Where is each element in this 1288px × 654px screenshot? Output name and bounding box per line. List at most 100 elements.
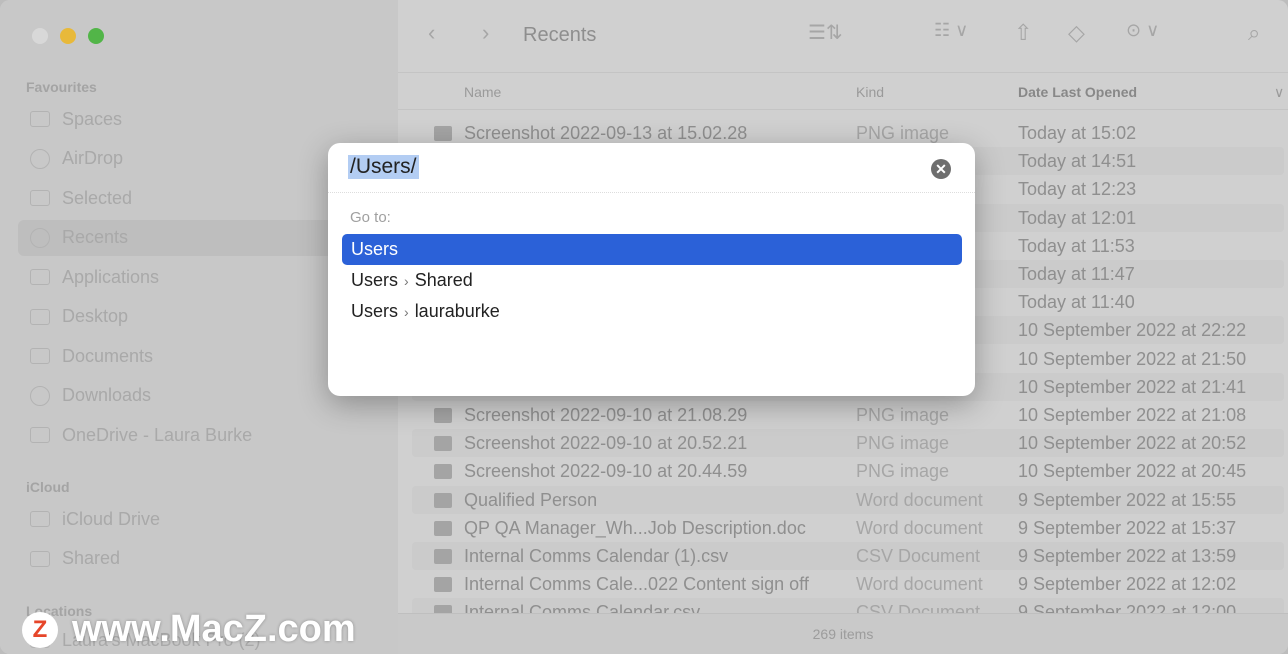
sort-chevron-icon[interactable]: ∨ [1274,84,1284,101]
column-name[interactable]: Name [464,84,501,100]
column-kind[interactable]: Kind [856,84,884,100]
file-date: Today at 11:47 [1018,264,1135,284]
window-title: Recents [523,24,597,46]
sidebar-icon [30,308,50,325]
file-date: 9 September 2022 at 15:37 [1018,517,1237,538]
close-button[interactable] [32,28,48,44]
file-date: Today at 14:51 [1018,151,1137,172]
file-date: Today at 11:40 [1018,292,1135,313]
file-kind: PNG image [856,461,950,482]
minimize-button[interactable] [60,28,76,44]
forward-button[interactable]: › [482,20,489,46]
group-icon[interactable]: ☷ ∨ [934,20,968,41]
file-name: Screenshot 2022-09-10 at 20.44.59 [464,461,748,482]
file-icon [434,436,452,452]
sidebar-item-label: iCloud Drive [62,508,161,529]
zoom-button[interactable] [88,28,104,44]
sidebar-item-label: AirDrop [62,148,124,168]
sidebar-item-label: OneDrive - Laura Burke [62,424,253,445]
sidebar-icon [30,348,50,364]
file-row[interactable]: Internal Comms Cale...022 Content sign o… [412,570,1284,598]
file-kind: PNG image [856,123,950,143]
goto-option[interactable]: Users › Shared [342,265,962,296]
sidebar-icon [30,111,50,127]
file-row[interactable]: Screenshot 2022-09-10 at 20.52.21 PNG ima… [412,429,1284,458]
file-date: 10 September 2022 at 21:50 [1018,348,1247,369]
file-icon [434,408,452,423]
file-row[interactable]: Screenshot 2022-09-10 at 20.44.59 PNG ima… [412,457,1284,485]
watermark-text: www.MacZ.com [72,608,356,650]
file-icon [434,549,452,564]
path-segment: lauraburke [414,301,500,321]
file-date: Today at 15:02 [1018,123,1137,143]
path-segment: Users [351,270,399,290]
file-row[interactable]: QP QA Manager_Wh...Job Description.doc Wo… [412,514,1284,542]
path-segment: Users [351,301,399,321]
file-name: QP QA Manager_Wh...Job Description.doc [464,517,806,538]
chevron-right-icon: › [404,273,409,289]
sidebar-item-label: Recents [62,227,129,247]
file-name: Internal Comms Calendar (1).csv [464,546,729,566]
sidebar-icon [30,427,50,443]
back-button[interactable]: ‹ [428,20,435,46]
file-date: 10 September 2022 at 21:41 [1018,376,1247,397]
search-icon[interactable]: ⌕ [1248,20,1260,46]
sidebar-item-label: Documents [62,345,154,366]
column-date[interactable]: Date Last Opened [1018,84,1137,100]
sidebar-item[interactable]: Shared [18,541,398,577]
sidebar-item-label: Downloads [62,385,152,405]
file-kind: PNG image [856,433,950,454]
file-name: Internal Comms Cale...022 Content sign o… [464,574,809,595]
sidebar-item-label: Shared [62,548,121,568]
share-icon[interactable]: ⇧ [1014,20,1032,46]
file-name: Qualified Person [464,489,598,510]
sidebar-icon [30,385,50,406]
macz-logo-icon: Z [22,611,58,648]
sidebar-item-label: Spaces [62,108,123,129]
file-icon [434,492,452,508]
sidebar-item-label: Selected [62,187,133,208]
list-view-icon[interactable]: ☰⇅ [808,20,843,45]
path-segment: Users [351,239,399,259]
sidebar-icon [30,269,50,285]
file-date: 9 September 2022 at 13:59 [1018,546,1237,566]
file-date: 10 September 2022 at 20:45 [1018,461,1247,482]
file-date: Today at 12:23 [1018,179,1137,200]
file-date: 10 September 2022 at 22:22 [1018,320,1247,341]
file-row[interactable]: Internal Comms Calendar (1).csv CSV Docum… [412,542,1284,570]
file-icon [434,577,452,593]
sidebar-item[interactable]: OneDrive - Laura Burke [18,417,398,453]
tag-icon[interactable]: ◇ [1068,20,1085,46]
sidebar-icon [30,148,50,169]
file-kind: CSV Document [856,546,981,566]
go-to-folder-dialog: /Users/ ✕ Go to: Users Users › Shared Users ›… [328,143,975,396]
goto-option[interactable]: Users › lauraburke [342,296,962,327]
more-icon[interactable]: ⊙ ∨ [1126,20,1159,41]
file-row[interactable]: Screenshot 2022-09-10 at 21.08.29 PNG ima… [412,401,1284,429]
status-bar: 269 items [398,613,1288,654]
file-date: 10 September 2022 at 20:52 [1018,433,1247,454]
file-icon [434,464,452,480]
section-icloud: iCloud [26,479,70,495]
file-kind: Word document [856,489,983,510]
sidebar-item-label: Desktop [62,306,129,326]
chevron-right-icon: › [404,304,409,320]
file-row[interactable]: Qualified Person Word document 9 September… [412,485,1284,514]
file-name: Screenshot 2022-09-10 at 21.08.29 [464,405,748,425]
sidebar-item[interactable]: iCloud Drive [18,501,398,537]
file-date: Today at 12:01 [1018,207,1137,228]
file-name: Screenshot 2022-09-10 at 20.52.21 [464,433,748,454]
file-date: 10 September 2022 at 21:08 [1018,405,1247,425]
section-favourites: Favourites [26,79,97,95]
sidebar-item-label: Applications [62,266,160,287]
path-input[interactable]: /Users/ [348,155,419,179]
sidebar-item[interactable]: Spaces [18,101,398,137]
sidebar-icon [30,227,50,248]
file-date: 9 September 2022 at 15:55 [1018,489,1237,510]
watermark: Z www.MacZ.com [22,608,356,651]
column-header: Name Kind Date Last Opened ∨ [398,72,1288,110]
goto-option[interactable]: Users [342,234,962,265]
clear-icon[interactable]: ✕ [931,159,951,179]
path-segment: Shared [414,270,473,290]
file-date: Today at 11:53 [1018,235,1135,256]
